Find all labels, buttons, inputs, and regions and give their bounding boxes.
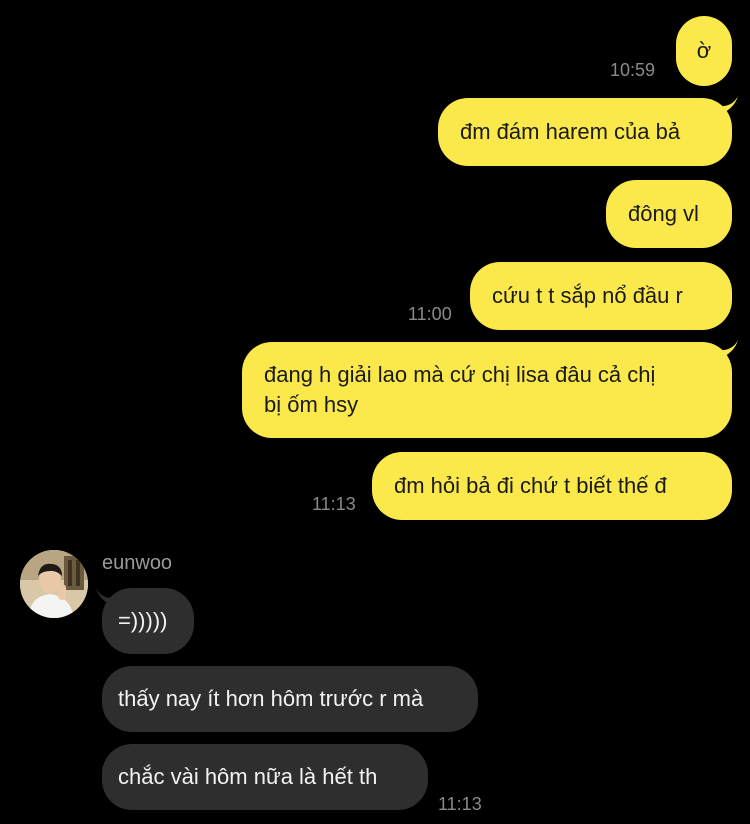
- outgoing-message[interactable]: ờ: [676, 16, 732, 86]
- incoming-message[interactable]: thấy nay ít hơn hôm trước r mà: [102, 666, 478, 732]
- message-timestamp: 11:13: [312, 494, 356, 514]
- message-text: đm đám harem của bả: [460, 119, 681, 144]
- message-text-line: đang h giải lao mà cứ chị lisa đâu cả ch…: [264, 362, 656, 387]
- bubble-tail: [716, 96, 738, 116]
- message-text: chắc vài hôm nữa là hết th: [118, 764, 378, 789]
- message-timestamp: 10:59: [610, 60, 656, 80]
- sender-avatar[interactable]: [20, 550, 88, 618]
- message-text: cứu t t sắp nổ đầu r: [492, 283, 683, 308]
- outgoing-message[interactable]: cứu t t sắp nổ đầu r: [470, 262, 732, 330]
- sender-name: eunwoo: [102, 552, 173, 574]
- outgoing-message[interactable]: đông vl: [606, 180, 732, 248]
- profile-photo-icon: [20, 550, 88, 618]
- message-timestamp: 11:00: [408, 304, 452, 324]
- incoming-message[interactable]: chắc vài hôm nữa là hết th: [102, 744, 428, 810]
- outgoing-message[interactable]: đm đám harem của bả: [438, 98, 732, 166]
- outgoing-message[interactable]: đang h giải lao mà cứ chị lisa đâu cả ch…: [242, 342, 732, 438]
- message-text-line: bị ốm hsy: [264, 392, 359, 417]
- message-timestamp: 11:13: [438, 794, 482, 814]
- message-text: ờ: [696, 38, 712, 63]
- bubble-tail: [716, 340, 738, 360]
- message-text: =))))): [118, 608, 168, 633]
- incoming-message[interactable]: =))))): [102, 588, 194, 654]
- message-text: đông vl: [628, 201, 699, 226]
- message-text: đm hỏi bả đi chứ t biết thế đ: [394, 473, 667, 498]
- outgoing-message[interactable]: đm hỏi bả đi chứ t biết thế đ: [372, 452, 732, 520]
- message-text: thấy nay ít hơn hôm trước r mà: [118, 686, 424, 711]
